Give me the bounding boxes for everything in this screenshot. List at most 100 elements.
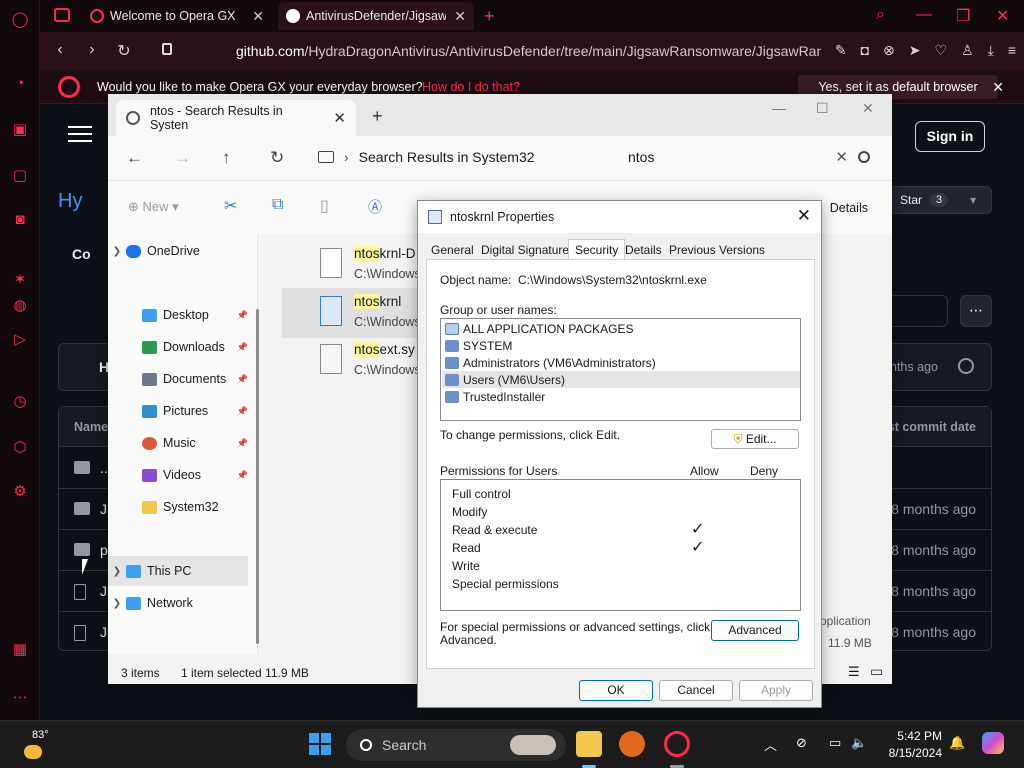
ok-button[interactable]: OK: [579, 680, 653, 701]
sidebar-item-pictures[interactable]: Pictures 📌: [108, 396, 248, 426]
chevron-right-icon[interactable]: ❯: [108, 246, 126, 257]
sidebar-item-downloads[interactable]: Downloads 📌: [108, 332, 248, 362]
tab-antivirus-defender[interactable]: AntivirusDefender/JigsawR ✕: [278, 2, 474, 30]
more-options-button[interactable]: ⋯: [960, 295, 992, 327]
sidebar-item-network[interactable]: ❯ Network: [108, 588, 248, 618]
back-icon[interactable]: ‹: [44, 41, 76, 59]
history-clock-icon[interactable]: [958, 358, 974, 374]
send-icon[interactable]: ➤: [909, 42, 921, 59]
copilot-icon[interactable]: [982, 732, 1004, 754]
up-icon[interactable]: ↑: [222, 148, 231, 168]
network-off-icon[interactable]: ⊘: [796, 735, 807, 751]
tab-details[interactable]: Details: [625, 243, 662, 257]
camera-icon[interactable]: ◘: [861, 42, 869, 59]
details-view-icon[interactable]: ☰: [848, 664, 860, 680]
music-player-icon[interactable]: ◍: [10, 296, 30, 316]
sidebar-scrollbar[interactable]: [256, 309, 259, 644]
block-icon[interactable]: ⊗: [883, 42, 895, 59]
firefox-taskbar-icon[interactable]: [619, 731, 645, 757]
cancel-button[interactable]: Cancel: [659, 680, 733, 701]
cut-icon[interactable]: ✂: [224, 196, 237, 216]
notification-bell-icon[interactable]: 🔔: [949, 735, 965, 751]
star-button[interactable]: Star 3 ▾: [890, 186, 992, 214]
new-button[interactable]: ⊕ New ▾: [128, 199, 179, 215]
sidebar-item-this-pc[interactable]: ❯ This PC: [108, 556, 248, 586]
new-tab-button[interactable]: +: [372, 106, 383, 127]
close-icon[interactable]: ✕: [797, 206, 811, 226]
settings-gear-icon[interactable]: ⚙: [10, 482, 30, 502]
repo-title[interactable]: Hy: [58, 190, 82, 213]
list-item[interactable]: ALL APPLICATION PACKAGES: [445, 320, 634, 337]
heart-icon[interactable]: ♡: [935, 42, 948, 59]
url-field[interactable]: github.com/HydraDragonAntivirus/Antiviru…: [236, 43, 821, 59]
history-icon[interactable]: ◷: [10, 392, 30, 412]
how-link[interactable]: How do I do that?: [422, 80, 520, 94]
display-icon[interactable]: ▭: [829, 735, 841, 751]
gx-cleaner-icon[interactable]: ✶: [10, 270, 30, 290]
tab-previous-versions[interactable]: Previous Versions: [669, 243, 765, 257]
opera-gx-taskbar-icon[interactable]: [664, 731, 690, 757]
gx-control-icon[interactable]: ▣: [10, 120, 30, 140]
reload-icon[interactable]: ↻: [108, 41, 140, 61]
tab-general[interactable]: General: [431, 243, 474, 257]
sign-in-button[interactable]: Sign in: [915, 121, 985, 152]
new-tab-button[interactable]: +: [476, 2, 504, 30]
list-item[interactable]: Administrators (VM6\Administrators): [445, 354, 656, 371]
file-item[interactable]: ntoskrnl-D C:\Windows: [282, 240, 422, 290]
chevron-up-icon[interactable]: ︿: [764, 735, 777, 754]
minimize-icon[interactable]: —: [916, 6, 932, 24]
player-icon[interactable]: ▷: [10, 330, 30, 350]
file-item[interactable]: ntosext.sy C:\Windows: [282, 336, 422, 386]
apply-button[interactable]: Apply: [739, 680, 813, 701]
search-icon[interactable]: [858, 151, 870, 163]
list-item[interactable]: SYSTEM: [445, 337, 512, 354]
explorer-search-input[interactable]: ntos ✕: [618, 142, 882, 172]
clock[interactable]: 5:42 PM 8/15/2024: [884, 728, 942, 762]
easy-setup-icon[interactable]: ≡: [1008, 42, 1016, 59]
breadcrumb[interactable]: › Search Results in System32: [318, 142, 608, 172]
list-item[interactable]: Users (VM6\Users): [445, 371, 565, 388]
tab-digital-signatures[interactable]: Digital Signatures: [481, 243, 575, 257]
close-tab-icon[interactable]: ✕: [333, 109, 346, 127]
tiles-view-icon[interactable]: ▭: [870, 663, 883, 680]
lock-icon[interactable]: [162, 43, 172, 55]
tab-welcome-opera[interactable]: Welcome to Opera GX ✕: [82, 2, 272, 30]
advanced-button[interactable]: Advanced: [711, 620, 799, 641]
rename-icon[interactable]: Ⓐ: [368, 197, 382, 217]
list-item[interactable]: TrustedInstaller: [445, 388, 545, 405]
start-button[interactable]: [309, 733, 331, 755]
opera-gx-logo-icon[interactable]: ◯: [10, 10, 30, 30]
sidebar-item-documents[interactable]: Documents 📌: [108, 364, 248, 394]
close-tab-icon[interactable]: ✕: [252, 8, 264, 25]
tab-security[interactable]: Security: [568, 239, 626, 261]
search-tabs-icon[interactable]: ⌕: [876, 6, 885, 24]
wallpaper-icon[interactable]: ▦: [10, 640, 30, 660]
explorer-tab[interactable]: ntos - Search Results in Systen ✕: [116, 100, 356, 136]
chevron-right-icon[interactable]: ❯: [108, 598, 126, 609]
forward-icon[interactable]: →: [174, 148, 191, 168]
infobar-close-icon[interactable]: ✕: [992, 79, 1004, 96]
paste-icon[interactable]: ▯: [320, 196, 329, 216]
file-item[interactable]: ntoskrnl C:\Windows: [282, 288, 422, 338]
taskbar-search[interactable]: Search: [346, 729, 566, 761]
sidebar-item-desktop[interactable]: Desktop 📌: [108, 300, 248, 330]
restore-icon[interactable]: ❐: [956, 6, 970, 26]
edit-icon[interactable]: ✎: [835, 42, 847, 59]
download-icon[interactable]: ⤓: [988, 42, 994, 59]
details-button[interactable]: Details: [830, 201, 868, 215]
chevron-right-icon[interactable]: ❯: [108, 566, 126, 577]
minimize-icon[interactable]: —: [772, 100, 786, 116]
forward-icon[interactable]: ›: [76, 41, 108, 59]
more-options-icon[interactable]: ⋯: [10, 688, 30, 708]
back-icon[interactable]: ←: [126, 148, 143, 168]
hamburger-menu-icon[interactable]: [68, 126, 92, 144]
profile-icon[interactable]: ♙: [961, 42, 974, 59]
extensions-cube-icon[interactable]: ⬡: [10, 438, 30, 458]
workspace-icon[interactable]: [54, 8, 70, 22]
close-tab-icon[interactable]: ✕: [454, 8, 466, 25]
copy-icon[interactable]: ⧉: [272, 196, 283, 214]
discord-icon[interactable]: ◙: [10, 210, 30, 230]
volume-icon[interactable]: 🔈: [851, 735, 867, 751]
maximize-icon[interactable]: ☐: [816, 100, 829, 117]
refresh-icon[interactable]: ↻: [270, 148, 284, 168]
